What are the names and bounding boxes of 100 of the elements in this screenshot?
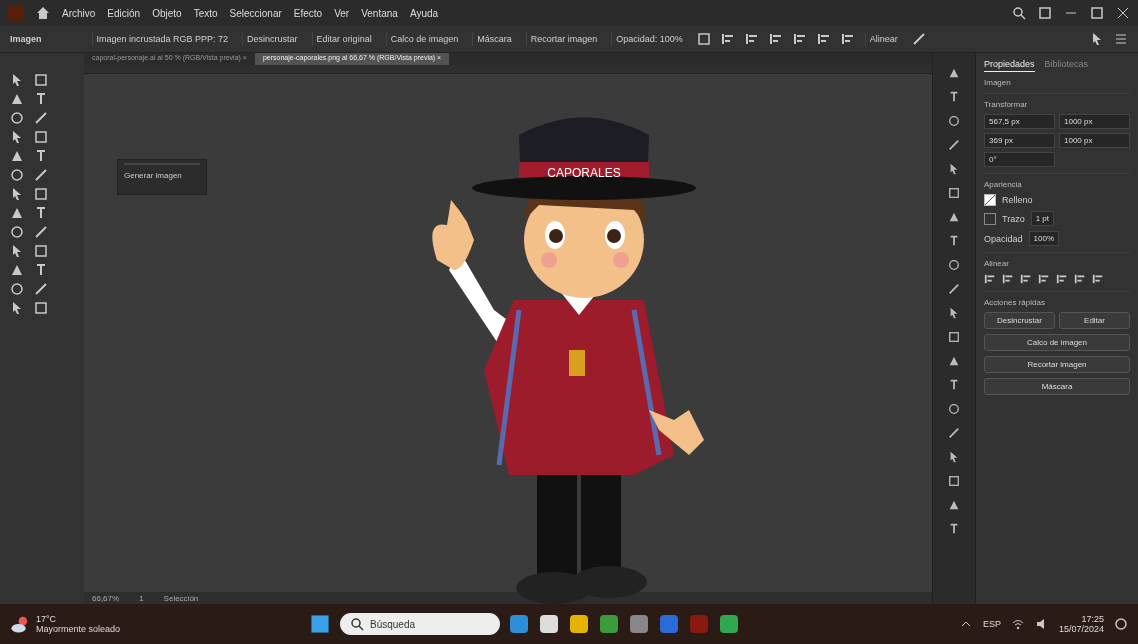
current-tool[interactable]: Selección <box>163 593 199 603</box>
panel-icon[interactable] <box>948 211 960 223</box>
weather-icon[interactable] <box>10 614 30 634</box>
align-label[interactable]: Alinear <box>864 32 902 46</box>
close-icon[interactable] <box>1116 6 1130 20</box>
taskbar-app-icon[interactable] <box>570 615 588 633</box>
clock-date[interactable]: 15/07/2024 <box>1058 624 1104 634</box>
tool-icon[interactable] <box>34 206 48 220</box>
tool-icon[interactable] <box>10 168 24 182</box>
panel-icon[interactable] <box>948 307 960 319</box>
taskbar-app-icon[interactable] <box>510 615 528 633</box>
menu-item[interactable]: Ayuda <box>409 7 439 19</box>
opacity-field[interactable]: 100% <box>1028 231 1059 246</box>
home-icon[interactable] <box>36 6 50 20</box>
panel-icon[interactable] <box>948 283 960 295</box>
panel-icon[interactable] <box>948 163 960 175</box>
zoom-level[interactable]: 66,67% <box>92 593 120 603</box>
align-icon[interactable] <box>1002 273 1014 285</box>
tool-icon[interactable] <box>34 187 48 201</box>
align-icon[interactable] <box>1092 273 1104 285</box>
panel-icon[interactable] <box>948 115 960 127</box>
panel-icon[interactable] <box>948 379 960 391</box>
tool-icon[interactable] <box>34 149 48 163</box>
artboard-number[interactable]: 1 <box>139 593 144 603</box>
panel-icon[interactable] <box>948 475 960 487</box>
panel-icon[interactable] <box>948 451 960 463</box>
notification-icon[interactable] <box>1114 617 1128 631</box>
panel-icon[interactable] <box>948 331 960 343</box>
tool-icon[interactable] <box>10 263 24 277</box>
panel-icon[interactable] <box>948 427 960 439</box>
tool-icon[interactable] <box>34 282 48 296</box>
taskbar-app-icon[interactable] <box>630 615 648 633</box>
action-button[interactable]: Desincrustar <box>984 312 1055 329</box>
panel-icon[interactable] <box>948 91 960 103</box>
panel-tab[interactable]: Propiedades <box>984 57 1035 72</box>
panel-icon[interactable] <box>948 403 960 415</box>
panel-icon[interactable] <box>948 259 960 271</box>
x-field[interactable]: 567,5 px <box>984 114 1055 129</box>
tool-icon[interactable] <box>34 168 48 182</box>
control-bar-item[interactable]: Calco de imagen <box>385 32 463 46</box>
height-field[interactable]: 1000 px <box>1059 133 1130 148</box>
tool-icon[interactable] <box>34 73 48 87</box>
tool-icon[interactable] <box>34 244 48 258</box>
action-button[interactable]: Recortar imagen <box>984 356 1130 373</box>
stroke-field[interactable]: 1 pt <box>1030 211 1054 226</box>
clock-time[interactable]: 17:25 <box>1081 614 1104 624</box>
menu-icon[interactable] <box>1114 32 1128 46</box>
tool-icon[interactable] <box>34 301 48 315</box>
search-icon[interactable] <box>350 617 364 631</box>
panel-icon[interactable] <box>948 139 960 151</box>
tool-icon[interactable] <box>10 92 24 106</box>
action-button[interactable]: Máscara <box>984 378 1130 395</box>
control-bar-item[interactable]: Desincrustar <box>242 32 302 46</box>
angle-field[interactable]: 0° <box>984 152 1055 167</box>
align-icon[interactable] <box>1056 273 1068 285</box>
menu-item[interactable]: Seleccionar <box>229 7 282 19</box>
action-button[interactable]: Editar <box>1059 312 1130 329</box>
tool-icon[interactable] <box>10 149 24 163</box>
control-bar-item[interactable]: Máscara <box>472 32 516 46</box>
stroke-swatch[interactable] <box>984 212 996 225</box>
panel-icon[interactable] <box>948 67 960 79</box>
language-indicator[interactable]: ESP <box>982 619 1001 629</box>
align-icon[interactable] <box>1074 273 1086 285</box>
start-icon[interactable] <box>310 614 330 634</box>
menu-item[interactable]: Edición <box>107 7 141 19</box>
align-icon[interactable] <box>744 32 759 46</box>
search-icon[interactable] <box>1012 6 1026 20</box>
tool-icon[interactable] <box>10 206 24 220</box>
align-icon[interactable] <box>720 32 735 46</box>
align-icon[interactable] <box>1038 273 1050 285</box>
control-bar-item[interactable]: Imagen incrustada RGB PPP: 72 <box>91 32 233 46</box>
fill-swatch[interactable] <box>984 194 996 206</box>
tool-icon[interactable] <box>10 111 24 125</box>
tool-icon[interactable] <box>34 111 48 125</box>
menu-item[interactable]: Ventana <box>361 7 398 19</box>
panel-tab[interactable]: Bibliotecas <box>1044 57 1089 72</box>
panel-icon[interactable] <box>948 235 960 247</box>
menu-item[interactable]: Ver <box>334 7 350 19</box>
action-button[interactable]: Calco de imagen <box>984 334 1130 351</box>
menu-item[interactable]: Efecto <box>293 7 323 19</box>
taskbar-app-icon[interactable] <box>540 615 558 633</box>
taskbar-app-icon[interactable] <box>720 615 738 633</box>
control-bar-item[interactable]: Editar original <box>311 32 376 46</box>
wifi-icon[interactable] <box>1010 617 1025 631</box>
taskbar-app-icon[interactable] <box>600 615 618 633</box>
panel-icon[interactable] <box>948 187 960 199</box>
panel-icon[interactable] <box>948 355 960 367</box>
tool-icon[interactable] <box>34 225 48 239</box>
align-icon[interactable] <box>984 273 996 285</box>
maximize-icon[interactable] <box>1090 6 1104 20</box>
control-bar-item[interactable]: Recortar imagen <box>525 32 602 46</box>
align-icon[interactable] <box>1020 273 1032 285</box>
menu-item[interactable]: Archivo <box>62 7 96 19</box>
align-icon[interactable] <box>840 32 855 46</box>
menu-item[interactable]: Texto <box>193 7 218 19</box>
tool-icon[interactable] <box>34 263 48 277</box>
taskbar-app-icon[interactable] <box>660 615 678 633</box>
menu-item[interactable]: Objeto <box>152 7 182 19</box>
align-icon[interactable] <box>816 32 831 46</box>
tool-icon[interactable] <box>10 282 24 296</box>
